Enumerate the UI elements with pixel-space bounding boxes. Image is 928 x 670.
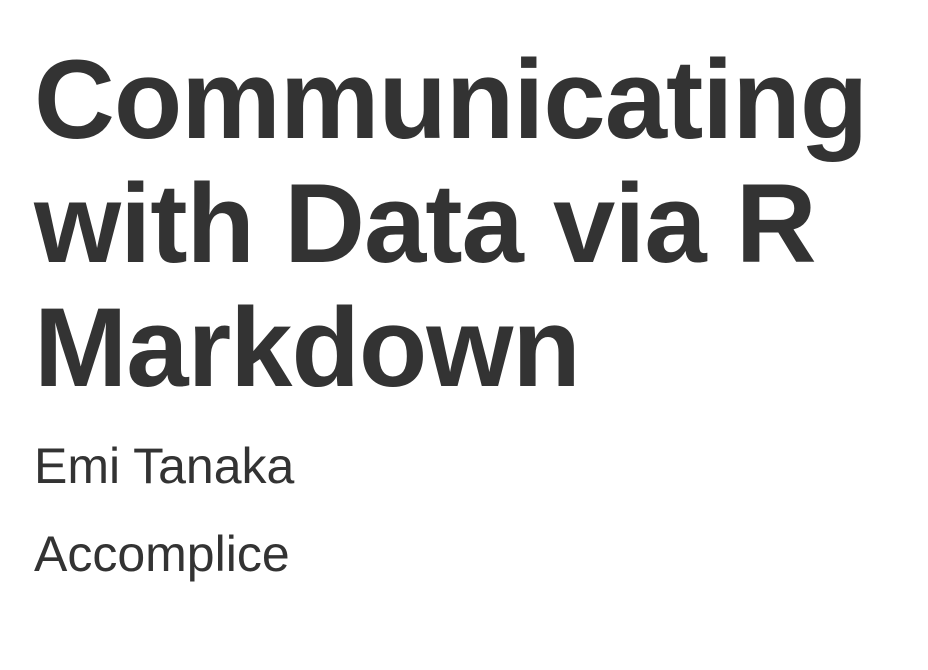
- title-slide: Communicating with Data via R Markdown E…: [0, 0, 928, 670]
- author-affiliation: Accomplice: [34, 526, 290, 582]
- author-name: Emi Tanaka: [34, 438, 295, 494]
- slide-title: Communicating with Data via R Markdown: [34, 37, 868, 410]
